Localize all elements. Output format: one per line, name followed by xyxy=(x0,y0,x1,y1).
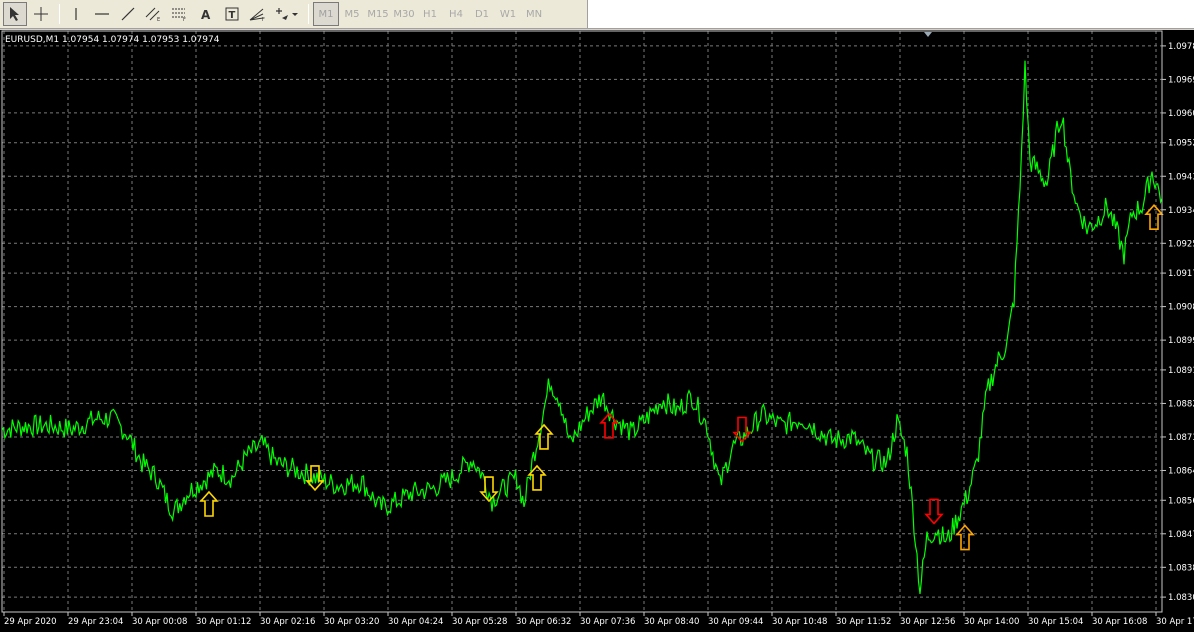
fibonacci-fan-button[interactable]: F xyxy=(246,2,270,26)
timeframe-h1-button[interactable]: H1 xyxy=(417,2,443,26)
price-tick-label: 1.0847 xyxy=(1168,530,1194,540)
text-tool-button[interactable]: A xyxy=(194,2,218,26)
timeframe-m5-button[interactable]: M5 xyxy=(339,2,365,26)
trendline-button[interactable] xyxy=(116,2,140,26)
arrows-dropdown-icon xyxy=(276,8,298,20)
price-tick-label: 1.0882 xyxy=(1168,399,1194,409)
time-tick-label: 30 Apr 16:08 xyxy=(1092,617,1147,627)
time-tick-label: 30 Apr 04:24 xyxy=(388,617,443,627)
buy-arrow-icon[interactable] xyxy=(199,490,219,517)
horizontal-line-button[interactable] xyxy=(90,2,114,26)
price-tick-label: 1.0917 xyxy=(1168,269,1194,279)
timeframe-w1-button[interactable]: W1 xyxy=(495,2,521,26)
toolbar-empty-area xyxy=(588,0,1194,29)
timeframe-d1-button[interactable]: D1 xyxy=(469,2,495,26)
chart-area[interactable]: 1.0978 1.0969 1.0960 1.0952 1.0943 1.0934 1.09… xyxy=(0,30,1194,632)
price-tick-label: 1.0934 xyxy=(1168,206,1194,216)
price-tick-label: 1.0908 xyxy=(1168,303,1194,313)
price-tick-label: 1.0978 xyxy=(1168,42,1194,52)
fibonacci-button[interactable]: F xyxy=(168,2,192,26)
arrows-dropdown-button[interactable] xyxy=(272,2,302,26)
price-tick-label: 1.0873 xyxy=(1168,433,1194,443)
buy-arrow-icon[interactable] xyxy=(955,524,975,551)
buy-arrow-icon[interactable] xyxy=(1144,204,1164,231)
timeframe-h4-button[interactable]: H4 xyxy=(443,2,469,26)
price-tick-label: 1.0838 xyxy=(1168,563,1194,573)
time-tick-label: 30 Apr 06:32 xyxy=(516,617,571,627)
svg-text:F: F xyxy=(262,17,265,22)
text-icon: A xyxy=(201,8,211,22)
timeframe-m1-button[interactable]: M1 xyxy=(313,2,339,26)
crosshair-tool-button[interactable] xyxy=(29,2,53,26)
time-tick-label: 30 Apr 01:12 xyxy=(196,617,251,627)
price-tick-label: 1.0899 xyxy=(1168,336,1194,346)
trendline-icon xyxy=(121,7,135,21)
svg-text:F: F xyxy=(183,17,186,22)
price-tick-label: 1.0864 xyxy=(1168,466,1194,476)
time-tick-label: 30 Apr 00:08 xyxy=(132,617,187,627)
timeframe-m30-button[interactable]: M30 xyxy=(391,2,417,26)
time-tick-label: 30 Apr 11:52 xyxy=(836,617,891,627)
price-series-line xyxy=(1,60,1163,594)
vertical-line-button[interactable] xyxy=(64,2,88,26)
toolbar-separator xyxy=(59,4,60,24)
time-tick-label: 30 Apr 03:20 xyxy=(324,617,379,627)
time-tick-label: 30 Apr 12:56 xyxy=(900,617,955,627)
cursor-tool-button[interactable] xyxy=(3,2,27,26)
text-label-button[interactable]: T xyxy=(220,2,244,26)
price-tick-label: 1.0925 xyxy=(1168,239,1194,249)
time-tick-label: 29 Apr 2020 xyxy=(4,617,57,627)
fibonacci-icon: F xyxy=(172,8,186,22)
price-tick-label: 1.0960 xyxy=(1168,109,1194,119)
price-tick-label: 1.0969 xyxy=(1168,75,1194,85)
svg-text:T: T xyxy=(229,10,236,21)
time-tick-label: 30 Apr 07:36 xyxy=(580,617,635,627)
plot-border xyxy=(1,30,1163,613)
time-tick-label: 30 Apr 05:28 xyxy=(452,617,507,627)
chart-title: EURUSD,M1 1.07954 1.07974 1.07953 1.0797… xyxy=(5,35,220,45)
cursor-icon xyxy=(10,7,19,21)
horizontal-line-icon xyxy=(95,13,109,15)
timeframe-m15-button[interactable]: M15 xyxy=(365,2,391,26)
vertical-line-icon xyxy=(75,8,77,20)
svg-text:E: E xyxy=(157,17,160,22)
metatrader-window: E F A T F M1M5M15M30H1H4D1W1MN 1.09781.0… xyxy=(0,0,1194,632)
chart-shift-marker[interactable] xyxy=(924,32,932,37)
time-tick-label: 30 Apr 17:12 xyxy=(1156,617,1194,627)
price-tick-label: 1.0830 xyxy=(1168,593,1194,603)
time-tick-label: 29 Apr 23:04 xyxy=(68,617,123,627)
timeframe-mn-button[interactable]: MN xyxy=(521,2,547,26)
sell-arrow-icon[interactable] xyxy=(924,498,944,525)
chart-grid xyxy=(2,31,1162,612)
price-axis[interactable]: 1.0978 1.0969 1.0960 1.0952 1.0943 1.0934 1.09… xyxy=(1162,42,1194,603)
sell-arrow-icon[interactable] xyxy=(479,476,499,503)
price-tick-label: 1.0943 xyxy=(1168,172,1194,182)
price-tick-label: 1.0952 xyxy=(1168,139,1194,149)
time-tick-label: 30 Apr 09:44 xyxy=(708,617,763,627)
equidistant-channel-button[interactable]: E xyxy=(142,2,166,26)
time-tick-label: 30 Apr 02:16 xyxy=(260,617,315,627)
time-axis[interactable]: 29 Apr 2020 29 Apr 23:04 30 Apr 00:08 30 Ap… xyxy=(3,612,1194,627)
price-tick-label: 1.0891 xyxy=(1168,366,1194,376)
time-tick-label: 30 Apr 10:48 xyxy=(772,617,827,627)
time-tick-label: 30 Apr 15:04 xyxy=(1028,617,1083,627)
price-chart[interactable]: 1.0978 1.0969 1.0960 1.0952 1.0943 1.0934 1.09… xyxy=(0,30,1194,632)
text-tool-label: A xyxy=(201,8,211,22)
crosshair-icon xyxy=(34,7,48,21)
time-tick-label: 30 Apr 08:40 xyxy=(644,617,699,627)
timeframe-group: M1 M5 M15 M30 H1 H4 D1 W1 MN xyxy=(313,2,547,26)
drawing-toolbar: E F A T F M1 M5 M15 M30 H1 H4 D1 W1 MN xyxy=(0,0,588,29)
price-tick-label: 1.0856 xyxy=(1168,496,1194,506)
fibonacci-fan-icon: F xyxy=(249,8,265,22)
toolbar-separator xyxy=(308,4,309,24)
time-tick-label: 30 Apr 14:00 xyxy=(964,617,1019,627)
signal-arrows xyxy=(199,204,1164,551)
text-label-icon: T xyxy=(225,7,239,21)
equidistant-channel-icon: E xyxy=(145,7,160,22)
